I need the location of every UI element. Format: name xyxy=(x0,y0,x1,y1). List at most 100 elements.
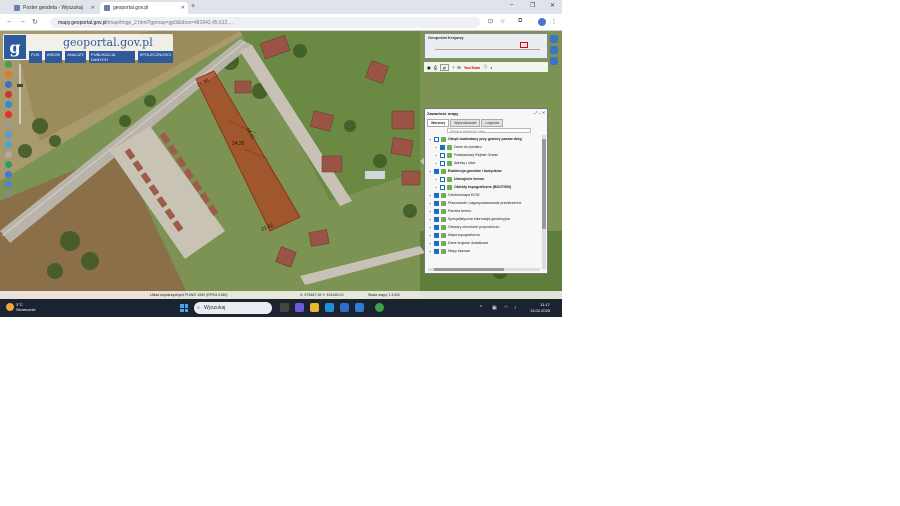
back-view-icon[interactable] xyxy=(5,171,12,178)
overview-minimap[interactable]: Geoportal Krajowy xyxy=(424,33,548,59)
layer-checkbox[interactable] xyxy=(434,208,439,214)
tray-app-icon[interactable]: ▣ xyxy=(492,305,497,311)
layer-row[interactable]: + Podstawowy Rejestr Granic xyxy=(428,151,542,159)
layer-checkbox[interactable] xyxy=(434,248,439,254)
layer-row[interactable]: + Adresy i ulice xyxy=(428,159,542,167)
contrast-icon[interactable]: ◐ xyxy=(490,65,492,70)
measure-tool-icon[interactable] xyxy=(5,101,12,108)
wifi-icon[interactable]: ◠ xyxy=(504,305,508,311)
map-canvas[interactable]: 21.38 14.41 24.25 21.62 g geoportal.gov.… xyxy=(0,31,562,299)
layer-row[interactable]: + Obszary chronione przyrodniczo xyxy=(428,223,542,231)
expand-icon[interactable]: + xyxy=(428,201,432,206)
zoom-slider[interactable] xyxy=(17,58,23,130)
layer-row[interactable]: + Dane do pomiaru xyxy=(428,143,542,151)
hscroll-thumb[interactable] xyxy=(434,268,504,271)
panel-window-controls[interactable]: ⤢ – ✕ xyxy=(534,110,545,115)
new-tab-icon[interactable]: + xyxy=(191,3,195,10)
profile-avatar[interactable] xyxy=(538,18,546,26)
layer-row[interactable]: + Mapy bazowe xyxy=(428,247,542,255)
expand-icon[interactable]: + xyxy=(428,193,432,198)
mail-app-icon[interactable] xyxy=(355,303,364,312)
layer-row[interactable]: + Ewidencja gruntów i budynków xyxy=(428,167,542,175)
globe-tool-icon[interactable] xyxy=(5,161,12,168)
expand-icon[interactable]: + xyxy=(428,217,432,222)
close-window-icon[interactable]: ✕ xyxy=(550,2,555,9)
help-icon[interactable]: ? xyxy=(452,65,454,70)
tab-legend[interactable]: Legenda xyxy=(481,119,504,127)
chrome-browser-icon[interactable] xyxy=(375,303,384,312)
layer-row[interactable]: + Specjalistyczna informacja geodezyjna xyxy=(428,215,542,223)
tab-layers[interactable]: Warstwy xyxy=(427,119,450,127)
reload-icon[interactable]: ↻ xyxy=(32,18,38,26)
layer-row[interactable]: + Rzeźba terenu xyxy=(428,207,542,215)
close-tab-icon[interactable]: ✕ xyxy=(181,5,185,11)
panel-scrollbar[interactable] xyxy=(542,135,546,269)
expand-icon[interactable]: + xyxy=(428,233,432,238)
edge-browser-icon[interactable] xyxy=(325,303,334,312)
layer-row[interactable]: + Planowanie i zagospodarowanie przestrze… xyxy=(428,199,542,207)
panel-hscrollbar[interactable] xyxy=(428,268,540,271)
volume-icon[interactable]: ♪ xyxy=(514,305,517,311)
address-bar[interactable]: mapy.geoportal.gov.pl /imap/Imgp_2.html?… xyxy=(50,17,480,28)
print-tool-icon[interactable] xyxy=(5,91,12,98)
share-icon[interactable]: ✉ xyxy=(457,65,460,70)
settings-tool-icon[interactable] xyxy=(5,191,12,198)
draw-tool-icon[interactable] xyxy=(5,111,12,118)
browser-tab-geoportal[interactable]: geoportal.gov.pl ✕ xyxy=(100,2,188,14)
pencil-tool-icon[interactable] xyxy=(5,121,12,128)
menu-item-plik[interactable]: PLIK xyxy=(29,51,42,63)
layer-search-input[interactable]: Szukaj w zawartości mapy xyxy=(447,128,531,133)
save-icon[interactable]: ▣ xyxy=(427,65,431,70)
layer-checkbox[interactable] xyxy=(434,136,439,142)
store-app-icon[interactable] xyxy=(340,303,349,312)
extensions-icon[interactable]: ⧉ xyxy=(518,18,522,25)
zoom-knob[interactable] xyxy=(17,84,23,87)
task-view-icon[interactable] xyxy=(280,303,289,312)
info-icon[interactable]: ⓘ xyxy=(483,64,487,70)
chat-app-icon[interactable] xyxy=(295,303,304,312)
home-icon[interactable] xyxy=(550,46,558,54)
browser-tab-search[interactable]: Poster geodeta - Wyszukaj ✕ xyxy=(10,2,98,14)
youtube-link[interactable]: YouTube xyxy=(464,65,481,70)
expand-icon[interactable]: + xyxy=(428,225,432,230)
expand-icon[interactable]: + xyxy=(428,137,432,142)
forward-icon[interactable]: → xyxy=(19,18,26,25)
menu-kebab-icon[interactable]: ⋮ xyxy=(551,18,557,25)
layer-checkbox[interactable] xyxy=(434,224,439,230)
layer-checkbox[interactable] xyxy=(434,216,439,222)
tray-chevron-icon[interactable]: ^ xyxy=(480,305,482,311)
search-tool-icon[interactable] xyxy=(5,151,12,158)
expand-icon[interactable]: + xyxy=(428,241,432,246)
layer-row[interactable]: + Ortofotomapa ECW xyxy=(428,191,542,199)
ruler-tool-icon[interactable] xyxy=(5,131,12,138)
install-icon[interactable]: ⊡ xyxy=(488,18,493,25)
layer-checkbox[interactable] xyxy=(440,152,445,158)
expand-icon[interactable]: + xyxy=(434,185,438,190)
system-clock[interactable]: 11:17 13.02.2025 xyxy=(530,302,550,314)
expand-icon[interactable]: + xyxy=(428,249,432,254)
expand-icon[interactable]: + xyxy=(434,153,438,158)
menu-item-publikacja[interactable]: PUBLIKACJA DANYCH xyxy=(88,51,135,63)
expand-icon[interactable]: + xyxy=(428,169,432,174)
menu-item-spolecznosci[interactable]: SPOLECZNOSCI xyxy=(137,51,173,63)
menu-item-widok[interactable]: WIDOK xyxy=(44,51,63,63)
weather-widget[interactable]: 3°C Słonecznie xyxy=(6,302,36,312)
print-icon[interactable]: ⎙ xyxy=(434,65,437,70)
layer-row[interactable]: + Obiekty topograficzne (BDOT500) xyxy=(428,183,542,191)
layer-row[interactable]: + Uzbrojenie terenu xyxy=(428,175,542,183)
layer-checkbox[interactable] xyxy=(434,192,439,198)
forward-view-icon[interactable] xyxy=(5,181,12,188)
language-select[interactable]: pl xyxy=(439,63,450,71)
tab-search[interactable]: Wyszukiwanie xyxy=(450,119,481,127)
maximize-icon[interactable]: ❐ xyxy=(530,2,535,9)
close-tab-icon[interactable]: ✕ xyxy=(91,5,95,11)
layer-row[interactable]: + Dane krajowe dodatkowe xyxy=(428,239,542,247)
expand-icon[interactable]: + xyxy=(434,161,438,166)
layer-checkbox[interactable] xyxy=(440,184,445,190)
expand-icon[interactable]: + xyxy=(428,209,432,214)
layer-checkbox[interactable] xyxy=(434,168,439,174)
layer-checkbox[interactable] xyxy=(440,144,445,150)
bookmark-star-icon[interactable]: ☆ xyxy=(500,18,505,25)
layers-tool-icon[interactable] xyxy=(5,81,12,88)
layer-row[interactable]: + Obręb budowlany przy granicy pasów dróg xyxy=(428,135,542,143)
